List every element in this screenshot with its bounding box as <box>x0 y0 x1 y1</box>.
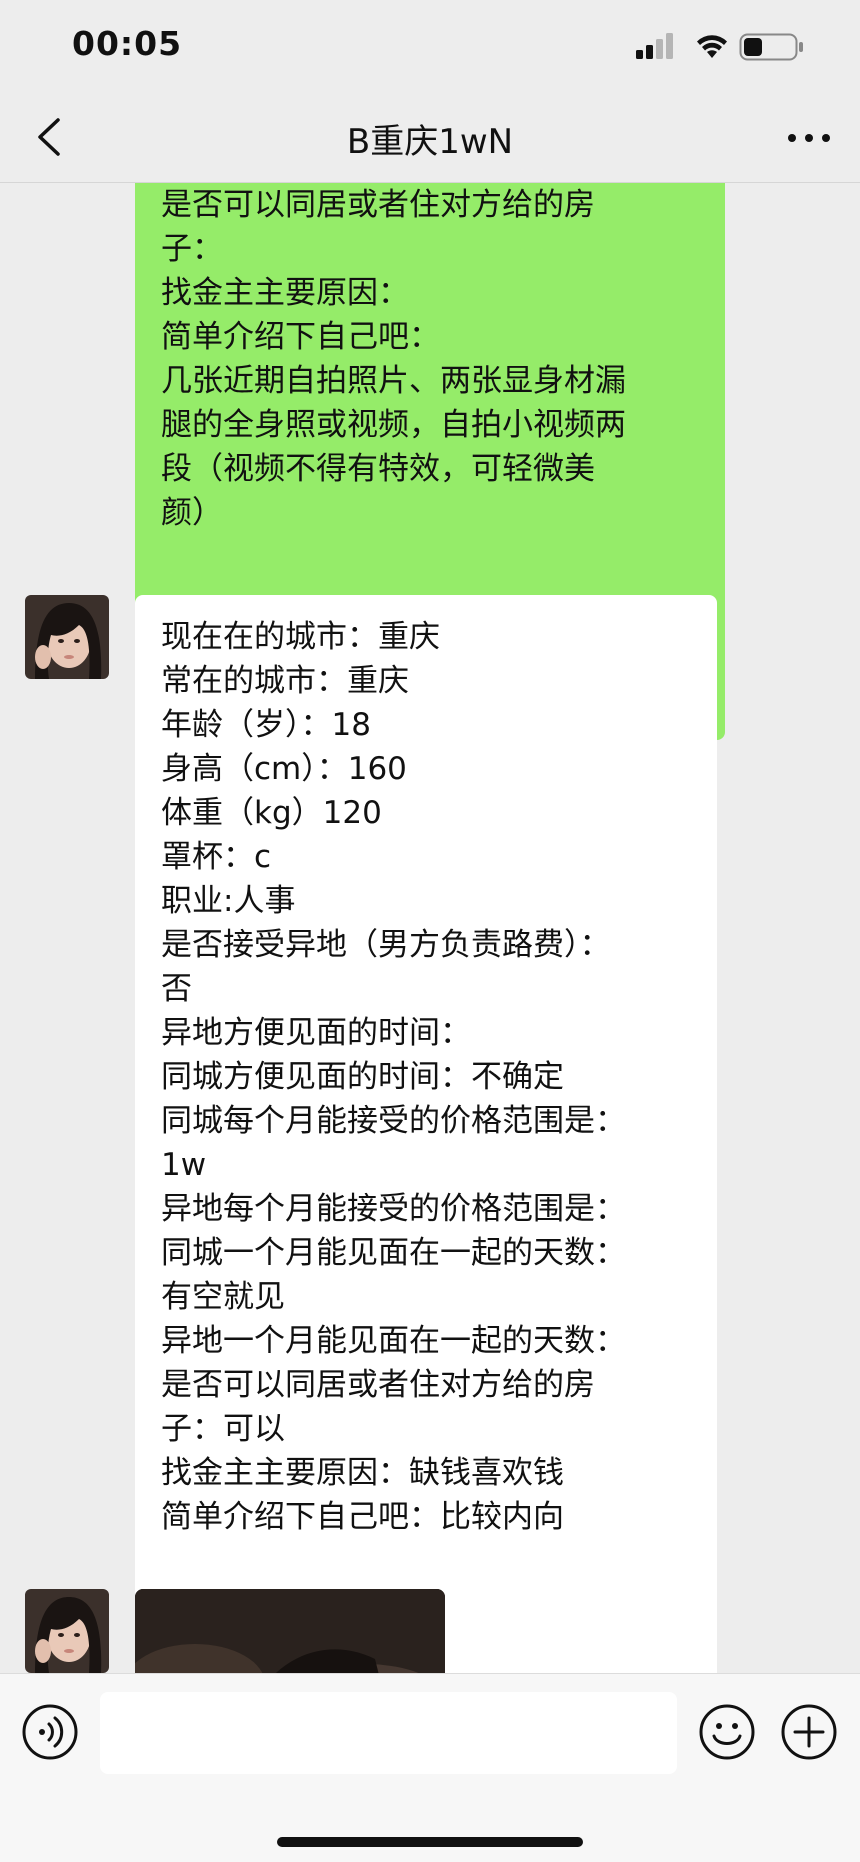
emoji-icon[interactable] <box>699 1704 755 1760</box>
plus-icon[interactable] <box>781 1704 837 1760</box>
message-line: 找金主主要原因： <box>161 275 409 311</box>
message-line: 否 <box>161 971 192 1007</box>
message-line: 年龄（岁）：18 <box>161 707 371 743</box>
message-line: 是否接受异地（男方负责路费）： <box>161 927 611 963</box>
status-time: 00:05 <box>72 24 183 63</box>
battery-icon <box>739 33 803 61</box>
status-icons <box>636 33 803 61</box>
contact-avatar[interactable] <box>25 595 109 679</box>
message-line: 异地每个月能接受的价格范围是： <box>161 1191 626 1227</box>
message-line: 同城方便见面的时间：不确定 <box>161 1059 564 1095</box>
message-line: 几张近期自拍照片、两张显身材漏 <box>161 363 626 399</box>
message-line: 罩杯：c <box>161 839 272 875</box>
message-line: 是否可以同居或者住对方给的房 <box>161 1367 595 1403</box>
message-line: 职业:人事 <box>161 883 296 919</box>
message-line: 常在的城市：重庆 <box>161 663 409 699</box>
message-line: 腿的全身照或视频，自拍小视频两 <box>161 407 626 443</box>
chat-title: B重庆1wN <box>346 122 514 162</box>
avatar-image <box>25 1589 109 1673</box>
voice-input-icon[interactable] <box>22 1704 78 1760</box>
photo-thumbnail <box>135 1589 445 1673</box>
message-line: 异地方便见面的时间： <box>161 1015 471 1051</box>
message-line: 找金主主要原因：缺钱喜欢钱 <box>161 1455 564 1491</box>
contact-avatar[interactable] <box>25 1589 109 1673</box>
chat-messages[interactable]: 是否可以同居或者住对方给的房 子： 找金主主要原因： 简单介绍下自己吧： 几张近… <box>0 183 860 1673</box>
message-line: 身高（cm）：160 <box>161 751 407 787</box>
message-line: 现在在的城市：重庆 <box>161 619 440 655</box>
message-line: 同城每个月能接受的价格范围是： <box>161 1103 626 1139</box>
signal-icon <box>636 33 673 59</box>
message-line: 体重（kg）120 <box>161 795 382 831</box>
wifi-icon <box>697 35 727 58</box>
more-options-icon[interactable] <box>784 120 834 156</box>
message-line: 简单介绍下自己吧： <box>161 319 440 355</box>
home-indicator[interactable] <box>277 1837 583 1847</box>
message-line: 同城一个月能见面在一起的天数： <box>161 1235 626 1271</box>
nav-bar: B重庆1wN <box>0 92 860 183</box>
status-bar: 00:05 <box>0 0 860 92</box>
input-bar <box>0 1673 860 1862</box>
message-input[interactable] <box>100 1692 677 1774</box>
message-line: 简单介绍下自己吧：比较内向 <box>161 1499 564 1535</box>
avatar-image <box>25 595 109 679</box>
message-line: 是否可以同居或者住对方给的房 <box>161 187 595 223</box>
message-line: 颜） <box>161 495 223 531</box>
message-line: 1w <box>161 1147 207 1183</box>
message-line: 有空就见 <box>161 1279 285 1315</box>
message-line: 段（视频不得有特效，可轻微美 <box>161 451 595 487</box>
message-line: 子：可以 <box>161 1411 285 1447</box>
message-line: 子： <box>161 231 223 267</box>
message-line: 异地一个月能见面在一起的天数： <box>161 1323 626 1359</box>
incoming-message-bubble[interactable]: 现在在的城市：重庆 常在的城市：重庆 年龄（岁）：18 身高（cm）：160 体… <box>135 595 717 1673</box>
image-message[interactable] <box>135 1589 445 1673</box>
